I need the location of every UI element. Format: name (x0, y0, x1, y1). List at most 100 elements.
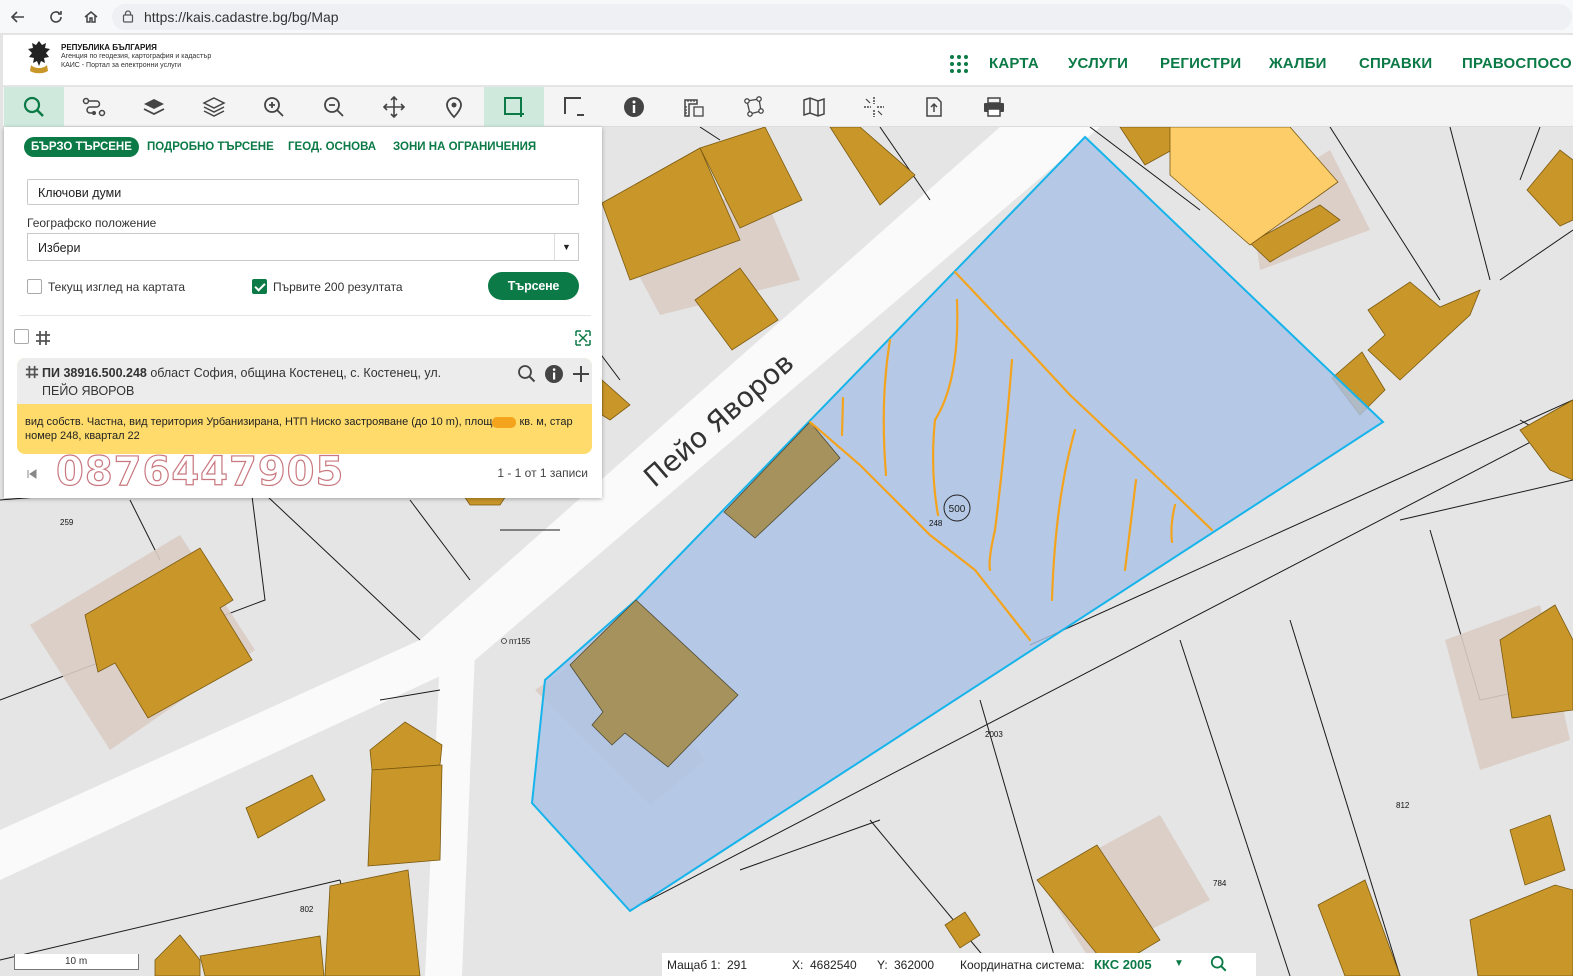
redacted-area-mark (492, 416, 517, 428)
scale-value: 291 (727, 958, 748, 972)
plot-number-label: 248 (929, 519, 943, 528)
result-street: ПЕЙО ЯВОРОВ (42, 384, 135, 398)
nav-complaints[interactable]: ЖАЛБИ (1269, 55, 1327, 72)
export-button[interactable] (904, 87, 964, 127)
nav-map[interactable]: КАРТА (989, 55, 1039, 72)
pager-info: 1 - 1 от 1 записи (497, 466, 588, 480)
nav-legal-capacity[interactable]: ПРАВОСПОСО (1462, 55, 1572, 72)
info-button[interactable] (604, 87, 664, 127)
info-icon (624, 97, 644, 117)
first-page-icon[interactable] (26, 468, 38, 480)
print-icon (984, 97, 1004, 117)
crs-label: Координатна система: (960, 958, 1085, 972)
coordinate-search-icon[interactable] (1210, 955, 1228, 973)
status-bar: Мащаб 1: 291 X: 4682540 Y: 362000 Коорди… (662, 953, 1256, 976)
map-toolbar (3, 87, 1573, 127)
apps-grid-icon[interactable] (949, 54, 969, 74)
tab-detailed-search[interactable]: ПОДРОБНО ТЪРСЕНЕ (147, 137, 274, 157)
address-bar[interactable]: https://kais.cadastre.bg/bg/Map (112, 4, 1572, 30)
home-icon[interactable] (79, 6, 103, 28)
crosshair-icon (864, 97, 884, 117)
measure-icon (684, 99, 704, 117)
y-label: Y: (877, 958, 888, 972)
org-line-2: Агенция по геодезия, картография и кадас… (61, 53, 212, 60)
search-tool-button[interactable] (4, 87, 64, 127)
search-button[interactable]: Търсене (488, 272, 579, 300)
zoom-to-result-icon[interactable] (517, 364, 537, 384)
scale-label: Мащаб 1: (667, 958, 721, 972)
export-icon (926, 97, 942, 117)
layers-stack-icon (202, 97, 226, 117)
search-icon (23, 96, 44, 117)
zoom-out-button[interactable] (304, 87, 364, 127)
result-item[interactable]: ПИ 38916.500.248 област София, община Ко… (17, 358, 592, 454)
reload-icon[interactable] (44, 6, 68, 28)
tab-geodetic-base[interactable]: ГЕОД. ОСНОВА (288, 137, 376, 157)
first-200-label: Първите 200 резултата (273, 280, 403, 294)
nav-services[interactable]: УСЛУГИ (1068, 55, 1128, 72)
result-description: вид собств. Частна, вид територия Урбани… (25, 415, 585, 443)
print-button[interactable] (964, 87, 1024, 127)
back-icon[interactable] (6, 6, 30, 28)
deselect-area-icon (564, 97, 584, 116)
geo-position-value: Избери (38, 241, 81, 255)
x-value: 4682540 (810, 958, 857, 972)
coat-of-arms-logo[interactable] (23, 39, 55, 75)
geo-position-select[interactable]: Избери ▼ (27, 233, 579, 261)
hash-grid-icon (25, 365, 39, 379)
result-desc-tail: кв. м, стар (516, 416, 573, 428)
site-info-icon[interactable] (122, 10, 134, 23)
deselect-area-button[interactable] (544, 87, 604, 127)
select-all-checkbox[interactable] (14, 329, 29, 344)
tab-restriction-zones[interactable]: ЗОНИ НА ОГРАНИЧЕНИЯ (393, 137, 536, 157)
first-200-checkbox[interactable] (252, 279, 267, 294)
zoom-out-icon (324, 97, 344, 117)
info-icon[interactable] (544, 364, 564, 384)
layers-tool-button[interactable] (124, 87, 184, 127)
tab-quick-search[interactable]: БЪРЗО ТЪРСЕНЕ (24, 137, 139, 157)
parcel-2003-label: 2003 (985, 730, 1003, 739)
parcel-802-label: 802 (300, 905, 314, 914)
org-line-1: РЕПУБЛИКА БЪЛГАРИЯ (61, 43, 157, 52)
nav-reports[interactable]: СПРАВКИ (1359, 55, 1432, 72)
result-pi-label: ПИ 38916.500.248 (42, 366, 147, 380)
url-text: https://kais.cadastre.bg/bg/Map (144, 9, 339, 25)
pan-button[interactable] (364, 87, 424, 127)
parcel-259-label: 259 (60, 518, 74, 527)
vertex-button[interactable] (724, 87, 784, 127)
route-icon (82, 97, 106, 117)
select-area-button[interactable] (484, 87, 544, 127)
vertex-icon (744, 96, 764, 117)
map-view-button[interactable] (784, 87, 844, 127)
parcel-784-label: 784 (1213, 879, 1227, 888)
crosshair-button[interactable] (844, 87, 904, 127)
location-pin-icon (446, 97, 462, 119)
crs-dropdown-icon[interactable]: ▼ (1174, 958, 1184, 969)
zoom-in-button[interactable] (244, 87, 304, 127)
current-view-checkbox[interactable] (27, 279, 42, 294)
chevron-down-icon: ▼ (554, 234, 578, 260)
select-area-icon (504, 97, 524, 117)
result-address: област София, община Костенец, с. Костен… (146, 366, 442, 380)
pan-icon (382, 95, 406, 119)
location-button[interactable] (424, 87, 484, 127)
x-label: X: (792, 958, 804, 972)
site-header: РЕПУБЛИКА БЪЛГАРИЯ Агенция по геодезия, … (3, 35, 1573, 86)
survey-point-label: пт155 (509, 637, 531, 646)
expand-icon[interactable] (575, 330, 591, 346)
add-icon[interactable] (571, 364, 591, 384)
search-panel: БЪРЗО ТЪРСЕНЕ ПОДРОБНО ТЪРСЕНЕ ГЕОД. ОСН… (4, 127, 602, 498)
y-value: 362000 (894, 958, 935, 972)
measure-button[interactable] (664, 87, 724, 127)
app-root: https://kais.cadastre.bg/bg/Map РЕПУБЛИК… (0, 0, 1573, 976)
crs-value-select[interactable]: ККС 2005 (1094, 957, 1152, 972)
nav-registers[interactable]: РЕГИСТРИ (1160, 55, 1241, 72)
keywords-input[interactable]: Ключови думи (27, 179, 579, 205)
plot-circle-number: 500 (949, 504, 966, 515)
parcel-812-label: 812 (1396, 801, 1410, 810)
route-tool-button[interactable] (64, 87, 124, 127)
organization-name: РЕПУБЛИКА БЪЛГАРИЯ Агенция по геодезия, … (61, 43, 211, 70)
layers-stack-tool-button[interactable] (184, 87, 244, 127)
geo-position-label: Географско положение (27, 216, 157, 230)
result-title: ПИ 38916.500.248 област София, община Ко… (42, 364, 472, 400)
